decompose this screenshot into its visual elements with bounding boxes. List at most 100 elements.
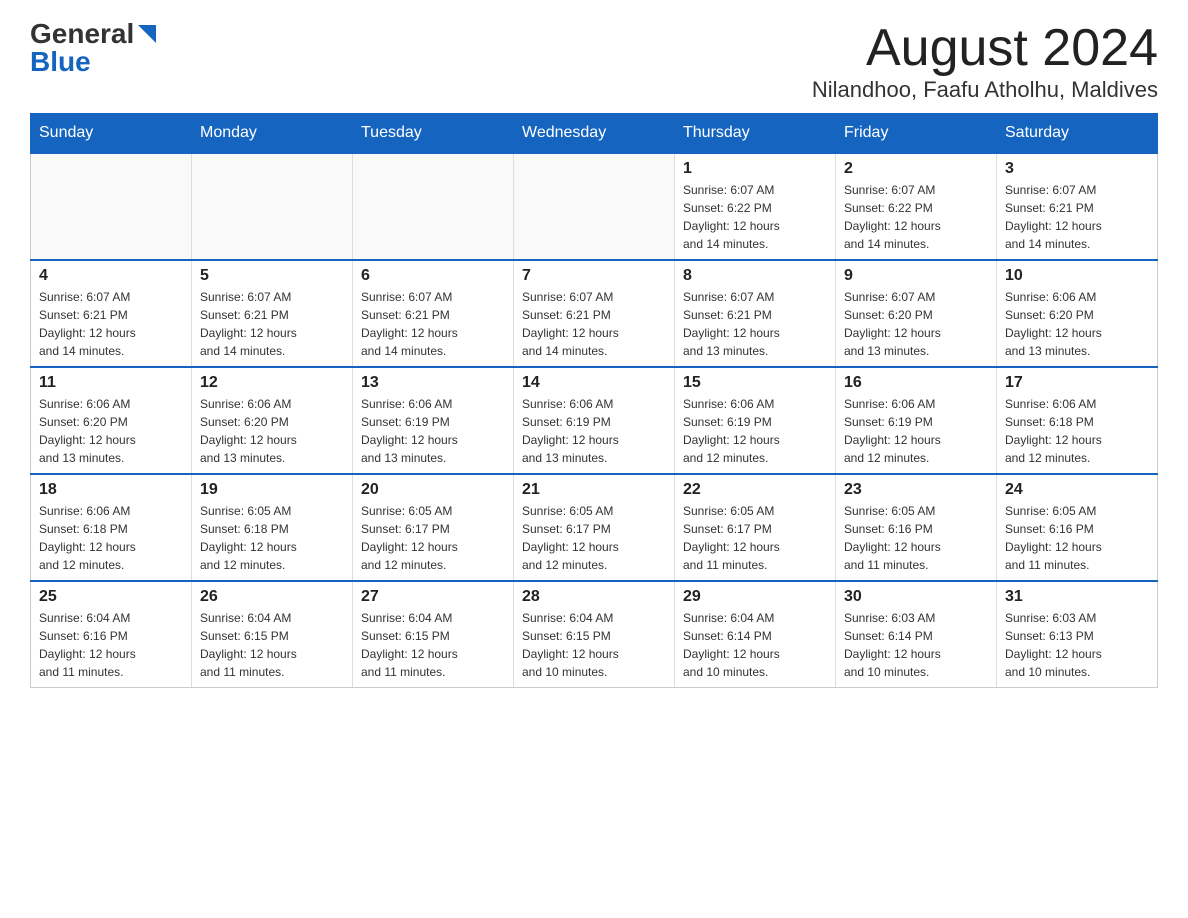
day-info: Sunrise: 6:06 AMSunset: 6:19 PMDaylight:… xyxy=(361,395,505,467)
day-info: Sunrise: 6:07 AMSunset: 6:21 PMDaylight:… xyxy=(522,288,666,360)
day-info: Sunrise: 6:04 AMSunset: 6:16 PMDaylight:… xyxy=(39,609,183,681)
day-info: Sunrise: 6:05 AMSunset: 6:17 PMDaylight:… xyxy=(683,502,827,574)
page-header: General Blue August 2024 Nilandhoo, Faaf… xyxy=(30,20,1158,103)
table-row: 3Sunrise: 6:07 AMSunset: 6:21 PMDaylight… xyxy=(997,153,1158,260)
day-info: Sunrise: 6:05 AMSunset: 6:16 PMDaylight:… xyxy=(1005,502,1149,574)
day-info: Sunrise: 6:05 AMSunset: 6:16 PMDaylight:… xyxy=(844,502,988,574)
table-row: 24 Sunrise: 6:05 AMSunset: 6:16 PMDayligh… xyxy=(997,474,1158,581)
day-info: Sunrise: 6:04 AMSunset: 6:15 PMDaylight:… xyxy=(522,609,666,681)
table-row: 11Sunrise: 6:06 AMSunset: 6:20 PMDayligh… xyxy=(31,367,192,474)
logo-general-text: General xyxy=(30,20,134,48)
day-number: 24 xyxy=(1005,481,1149,499)
location-text: Nilandhoo, Faafu Atholhu, Maldives xyxy=(812,77,1158,103)
table-row: 31 Sunrise: 6:03 AMSunset: 6:13 PMDayligh… xyxy=(997,581,1158,688)
calendar-week-5: 25Sunrise: 6:04 AMSunset: 6:16 PMDayligh… xyxy=(31,581,1158,688)
day-number: 6 xyxy=(361,267,505,285)
table-row: 27 Sunrise: 6:04 AMSunset: 6:15 PMDayligh… xyxy=(353,581,514,688)
day-number: 31 xyxy=(1005,588,1149,606)
calendar-week-3: 11Sunrise: 6:06 AMSunset: 6:20 PMDayligh… xyxy=(31,367,1158,474)
day-info: Sunrise: 6:05 AMSunset: 6:17 PMDaylight:… xyxy=(522,502,666,574)
day-info: Sunrise: 6:07 AMSunset: 6:21 PMDaylight:… xyxy=(683,288,827,360)
day-info: Sunrise: 6:06 AMSunset: 6:19 PMDaylight:… xyxy=(683,395,827,467)
day-info: Sunrise: 6:03 AMSunset: 6:13 PMDaylight:… xyxy=(1005,609,1149,681)
day-number: 23 xyxy=(844,481,988,499)
day-number: 9 xyxy=(844,267,988,285)
day-info: Sunrise: 6:07 AMSunset: 6:22 PMDaylight:… xyxy=(844,181,988,253)
day-info: Sunrise: 6:07 AMSunset: 6:21 PMDaylight:… xyxy=(39,288,183,360)
table-row: 9Sunrise: 6:07 AMSunset: 6:20 PMDaylight… xyxy=(836,260,997,367)
table-row: 14 Sunrise: 6:06 AMSunset: 6:19 PMDayligh… xyxy=(514,367,675,474)
day-number: 13 xyxy=(361,374,505,392)
calendar-header-row: Sunday Monday Tuesday Wednesday Thursday… xyxy=(31,114,1158,154)
day-number: 30 xyxy=(844,588,988,606)
table-row: 6Sunrise: 6:07 AMSunset: 6:21 PMDaylight… xyxy=(353,260,514,367)
day-number: 12 xyxy=(200,374,344,392)
day-info: Sunrise: 6:04 AMSunset: 6:15 PMDaylight:… xyxy=(361,609,505,681)
day-number: 1 xyxy=(683,160,827,178)
table-row: 25Sunrise: 6:04 AMSunset: 6:16 PMDayligh… xyxy=(31,581,192,688)
day-number: 19 xyxy=(200,481,344,499)
header-tuesday: Tuesday xyxy=(353,114,514,154)
title-block: August 2024 Nilandhoo, Faafu Atholhu, Ma… xyxy=(812,20,1158,103)
day-info: Sunrise: 6:04 AMSunset: 6:15 PMDaylight:… xyxy=(200,609,344,681)
header-wednesday: Wednesday xyxy=(514,114,675,154)
day-number: 20 xyxy=(361,481,505,499)
header-thursday: Thursday xyxy=(675,114,836,154)
table-row: 12 Sunrise: 6:06 AMSunset: 6:20 PMDayligh… xyxy=(192,367,353,474)
header-friday: Friday xyxy=(836,114,997,154)
day-info: Sunrise: 6:06 AMSunset: 6:18 PMDaylight:… xyxy=(1005,395,1149,467)
day-info: Sunrise: 6:06 AMSunset: 6:20 PMDaylight:… xyxy=(39,395,183,467)
table-row: 17Sunrise: 6:06 AMSunset: 6:18 PMDayligh… xyxy=(997,367,1158,474)
table-row: 30 Sunrise: 6:03 AMSunset: 6:14 PMDayligh… xyxy=(836,581,997,688)
table-row: 15 Sunrise: 6:06 AMSunset: 6:19 PMDayligh… xyxy=(675,367,836,474)
day-number: 22 xyxy=(683,481,827,499)
table-row: 19 Sunrise: 6:05 AMSunset: 6:18 PMDayligh… xyxy=(192,474,353,581)
table-row: 23 Sunrise: 6:05 AMSunset: 6:16 PMDayligh… xyxy=(836,474,997,581)
day-number: 4 xyxy=(39,267,183,285)
table-row: 5Sunrise: 6:07 AMSunset: 6:21 PMDaylight… xyxy=(192,260,353,367)
calendar-week-1: 1 Sunrise: 6:07 AMSunset: 6:22 PMDaylight… xyxy=(31,153,1158,260)
day-number: 7 xyxy=(522,267,666,285)
day-info: Sunrise: 6:05 AMSunset: 6:17 PMDaylight:… xyxy=(361,502,505,574)
table-row: 13 Sunrise: 6:06 AMSunset: 6:19 PMDayligh… xyxy=(353,367,514,474)
day-info: Sunrise: 6:06 AMSunset: 6:19 PMDaylight:… xyxy=(844,395,988,467)
month-title: August 2024 xyxy=(812,20,1158,77)
table-row xyxy=(31,153,192,260)
day-number: 14 xyxy=(522,374,666,392)
table-row: 22 Sunrise: 6:05 AMSunset: 6:17 PMDayligh… xyxy=(675,474,836,581)
day-info: Sunrise: 6:07 AMSunset: 6:21 PMDaylight:… xyxy=(1005,181,1149,253)
table-row: 16 Sunrise: 6:06 AMSunset: 6:19 PMDayligh… xyxy=(836,367,997,474)
day-number: 16 xyxy=(844,374,988,392)
day-number: 8 xyxy=(683,267,827,285)
logo-triangle-icon xyxy=(138,25,156,43)
day-info: Sunrise: 6:05 AMSunset: 6:18 PMDaylight:… xyxy=(200,502,344,574)
table-row: 1Sunrise: 6:07 AMSunset: 6:22 PMDaylight… xyxy=(675,153,836,260)
table-row: 2 Sunrise: 6:07 AMSunset: 6:22 PMDaylight… xyxy=(836,153,997,260)
day-info: Sunrise: 6:03 AMSunset: 6:14 PMDaylight:… xyxy=(844,609,988,681)
day-number: 2 xyxy=(844,160,988,178)
day-info: Sunrise: 6:06 AMSunset: 6:20 PMDaylight:… xyxy=(200,395,344,467)
calendar-week-4: 18 Sunrise: 6:06 AMSunset: 6:18 PMDayligh… xyxy=(31,474,1158,581)
day-number: 28 xyxy=(522,588,666,606)
day-info: Sunrise: 6:07 AMSunset: 6:21 PMDaylight:… xyxy=(200,288,344,360)
table-row xyxy=(192,153,353,260)
table-row: 21 Sunrise: 6:05 AMSunset: 6:17 PMDayligh… xyxy=(514,474,675,581)
day-number: 15 xyxy=(683,374,827,392)
header-saturday: Saturday xyxy=(997,114,1158,154)
day-number: 10 xyxy=(1005,267,1149,285)
day-info: Sunrise: 6:06 AMSunset: 6:19 PMDaylight:… xyxy=(522,395,666,467)
table-row: 20 Sunrise: 6:05 AMSunset: 6:17 PMDayligh… xyxy=(353,474,514,581)
table-row: 10Sunrise: 6:06 AMSunset: 6:20 PMDayligh… xyxy=(997,260,1158,367)
logo-blue-text: Blue xyxy=(30,48,91,76)
day-number: 29 xyxy=(683,588,827,606)
table-row: 26Sunrise: 6:04 AMSunset: 6:15 PMDayligh… xyxy=(192,581,353,688)
table-row: 4 Sunrise: 6:07 AMSunset: 6:21 PMDaylight… xyxy=(31,260,192,367)
day-info: Sunrise: 6:06 AMSunset: 6:18 PMDaylight:… xyxy=(39,502,183,574)
header-sunday: Sunday xyxy=(31,114,192,154)
day-number: 21 xyxy=(522,481,666,499)
table-row: 7 Sunrise: 6:07 AMSunset: 6:21 PMDaylight… xyxy=(514,260,675,367)
day-info: Sunrise: 6:04 AMSunset: 6:14 PMDaylight:… xyxy=(683,609,827,681)
calendar-table: Sunday Monday Tuesday Wednesday Thursday… xyxy=(30,113,1158,688)
day-number: 27 xyxy=(361,588,505,606)
day-number: 18 xyxy=(39,481,183,499)
